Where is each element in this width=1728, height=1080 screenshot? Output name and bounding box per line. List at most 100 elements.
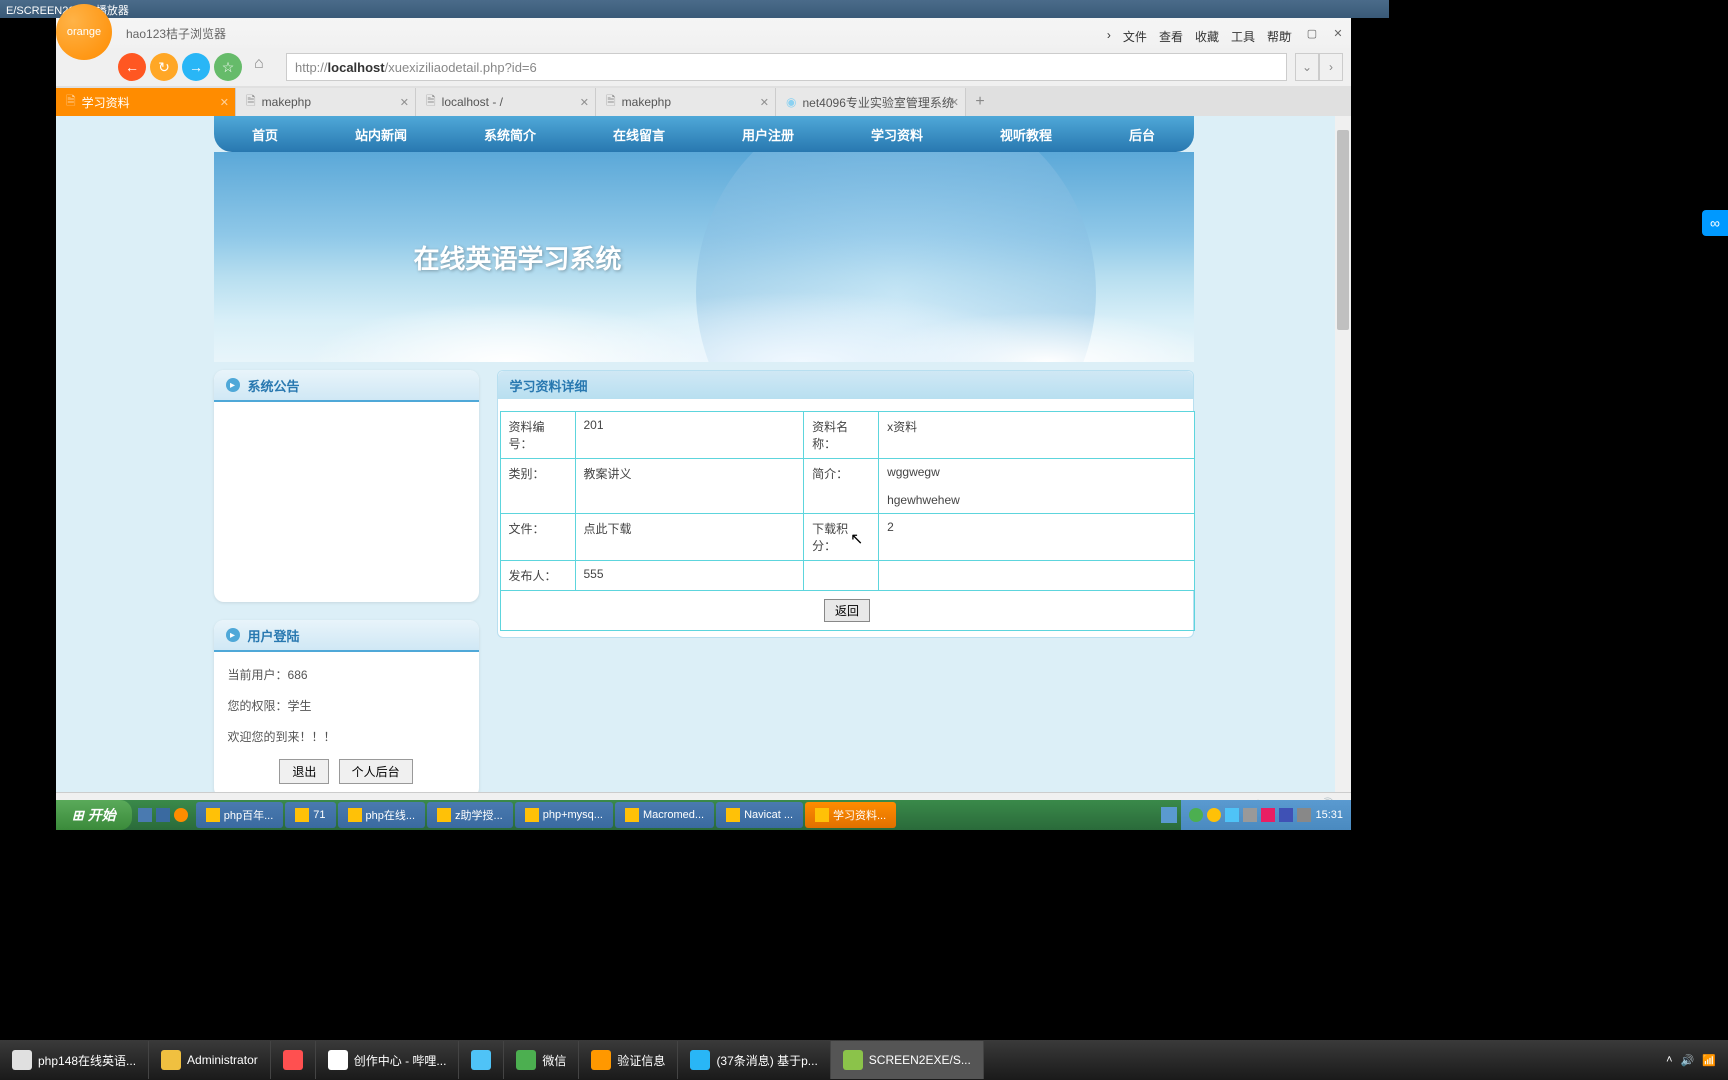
- tray-icon[interactable]: [1279, 808, 1293, 822]
- menu-favorites[interactable]: 收藏: [1195, 28, 1219, 45]
- menu-chevron[interactable]: ›: [1107, 28, 1111, 45]
- taskbar-item[interactable]: 学习资料...: [805, 802, 896, 828]
- side-widget[interactable]: ∞: [1702, 210, 1728, 236]
- url-go-icon[interactable]: ›: [1319, 53, 1343, 81]
- home-icon[interactable]: ⌂: [254, 55, 278, 79]
- banner-title: 在线英语学习系统: [414, 239, 622, 276]
- tab-bar: 🗎学习资料✕ 🗎makephp✕ 🗎localhost - /✕ 🗎makeph…: [56, 86, 1351, 116]
- file-icon: 🗎: [66, 92, 76, 113]
- tray-icon[interactable]: [1207, 808, 1221, 822]
- taskbar-item[interactable]: php+mysq...: [515, 802, 613, 828]
- nav-admin[interactable]: 后台: [1129, 125, 1155, 144]
- label-category: 类别：: [500, 459, 575, 514]
- personal-admin-button[interactable]: 个人后台: [339, 759, 413, 784]
- app-icon: [815, 808, 829, 822]
- tab-close-icon[interactable]: ✕: [220, 96, 229, 109]
- detail-panel: 学习资料详细 资料编号： 201 资料名称： x资料 类别： 教案讲义: [497, 370, 1194, 638]
- quick-launch-icon[interactable]: [174, 808, 188, 822]
- taskbar-label: (37条消息) 基于p...: [716, 1052, 817, 1069]
- outer-taskbar-item[interactable]: Administrator: [149, 1041, 271, 1079]
- menu-view[interactable]: 查看: [1159, 28, 1183, 45]
- maximize-icon[interactable]: ▢: [1303, 26, 1321, 40]
- tab-close-icon[interactable]: ✕: [950, 96, 959, 109]
- taskbar-item[interactable]: z助学授...: [427, 802, 513, 828]
- quick-launch-icon[interactable]: [138, 808, 152, 822]
- tray-icon[interactable]: [1297, 808, 1311, 822]
- taskbar-item[interactable]: 71: [285, 802, 335, 828]
- tab-makephp-1[interactable]: 🗎makephp✕: [236, 88, 416, 116]
- taskbar-item[interactable]: php在线...: [338, 802, 426, 828]
- return-button[interactable]: 返回: [824, 599, 870, 622]
- menu-bar: › 文件 查看 收藏 工具 帮助: [1107, 28, 1291, 45]
- inner-taskbar: ⊞开始 php百年...71php在线...z助学授...php+mysq...…: [56, 800, 1351, 830]
- current-user-row: 当前用户：686: [228, 666, 465, 683]
- taskbar-label: 学习资料...: [833, 807, 886, 823]
- minimize-icon[interactable]: —: [1277, 26, 1295, 40]
- quick-launch-icon[interactable]: [156, 808, 170, 822]
- forward-icon[interactable]: →: [182, 53, 210, 81]
- detail-table: 资料编号： 201 资料名称： x资料 类别： 教案讲义 简介： wggwegw…: [500, 411, 1195, 631]
- start-button[interactable]: ⊞开始: [56, 800, 132, 830]
- tray-icon[interactable]: [1225, 808, 1239, 822]
- menu-tools[interactable]: 工具: [1231, 28, 1255, 45]
- nav-materials[interactable]: 学习资料: [871, 125, 923, 144]
- show-desktop-icon[interactable]: [1161, 807, 1177, 823]
- outer-taskbar-item[interactable]: [271, 1041, 316, 1079]
- url-host: localhost: [328, 60, 385, 75]
- tab-study-materials[interactable]: 🗎学习资料✕: [56, 88, 236, 116]
- announcement-panel: ▸系统公告: [214, 370, 479, 602]
- url-dropdown-icon[interactable]: ⌄: [1295, 53, 1319, 81]
- tab-close-icon[interactable]: ✕: [580, 96, 589, 109]
- player-titlebar: E/SCREEN2SWF 播放器: [0, 0, 1389, 18]
- menu-file[interactable]: 文件: [1123, 28, 1147, 45]
- taskbar-label: php148在线英语...: [38, 1052, 136, 1069]
- value-publisher: 555: [575, 561, 804, 591]
- outer-taskbar-item[interactable]: (37条消息) 基于p...: [678, 1041, 830, 1079]
- outer-taskbar-item[interactable]: 创作中心 - 哔哩...: [316, 1041, 460, 1079]
- nav-av-tutorial[interactable]: 视听教程: [1000, 125, 1052, 144]
- refresh-icon[interactable]: ↻: [150, 53, 178, 81]
- nav-guestbook[interactable]: 在线留言: [613, 125, 665, 144]
- page-content: 首页 站内新闻 系统简介 在线留言 用户注册 学习资料 视听教程 后台 在线英语…: [56, 116, 1351, 796]
- tab-net4096[interactable]: ◉net4096专业实验室管理系统✕: [776, 88, 966, 116]
- download-link[interactable]: 点此下载: [584, 522, 632, 536]
- app-icon: [206, 808, 220, 822]
- nav-home[interactable]: 首页: [252, 125, 278, 144]
- new-tab-icon[interactable]: +: [966, 88, 994, 116]
- tab-makephp-2[interactable]: 🗎makephp✕: [596, 88, 776, 116]
- close-icon[interactable]: ✕: [1329, 26, 1347, 40]
- outer-taskbar-item[interactable]: php148在线英语...: [0, 1041, 149, 1079]
- tab-close-icon[interactable]: ✕: [760, 96, 769, 109]
- nav-register[interactable]: 用户注册: [742, 125, 794, 144]
- taskbar-item[interactable]: Macromed...: [615, 802, 714, 828]
- tray-icon[interactable]: [1261, 808, 1275, 822]
- tray-icon[interactable]: [1243, 808, 1257, 822]
- value-name: x资料: [879, 412, 1194, 459]
- outer-taskbar-item[interactable]: SCREEN2EXE/S...: [831, 1041, 984, 1079]
- tray-icon[interactable]: 📶: [1702, 1054, 1716, 1067]
- tab-localhost[interactable]: 🗎localhost - /✕: [416, 88, 596, 116]
- star-icon[interactable]: ☆: [214, 53, 242, 81]
- tray-icon[interactable]: 🔊: [1681, 1054, 1695, 1067]
- taskbar-item[interactable]: php百年...: [196, 802, 284, 828]
- tab-label: makephp: [262, 95, 311, 109]
- tab-close-icon[interactable]: ✕: [400, 96, 409, 109]
- url-bar[interactable]: http://localhost/xuexiziliaodetail.php?i…: [286, 53, 1287, 81]
- nav-news[interactable]: 站内新闻: [355, 125, 407, 144]
- nav-intro[interactable]: 系统简介: [484, 125, 536, 144]
- login-panel: ▸用户登陆 当前用户：686 您的权限：学生 欢迎您的到来！！！ 退出 个人后台: [214, 620, 479, 796]
- browser-logo[interactable]: orange: [56, 4, 112, 60]
- browser-title: hao123桔子浏览器: [126, 25, 226, 42]
- back-icon[interactable]: ←: [118, 53, 146, 81]
- toolbar: ← ↻ → ☆ ⌂ http://localhost/xuexiziliaode…: [56, 48, 1351, 86]
- tray-icon[interactable]: [1189, 808, 1203, 822]
- scrollbar-vertical[interactable]: [1335, 116, 1351, 796]
- label-points: 下载积分：: [804, 514, 879, 561]
- outer-taskbar-item[interactable]: [459, 1041, 504, 1079]
- tray-chevron-icon[interactable]: ˄: [1666, 1054, 1672, 1066]
- taskbar-item[interactable]: Navicat ...: [716, 802, 803, 828]
- outer-taskbar-item[interactable]: 微信: [504, 1041, 579, 1079]
- logout-button[interactable]: 退出: [279, 759, 329, 784]
- outer-taskbar-item[interactable]: 验证信息: [579, 1041, 678, 1079]
- taskbar-label: 验证信息: [617, 1052, 665, 1069]
